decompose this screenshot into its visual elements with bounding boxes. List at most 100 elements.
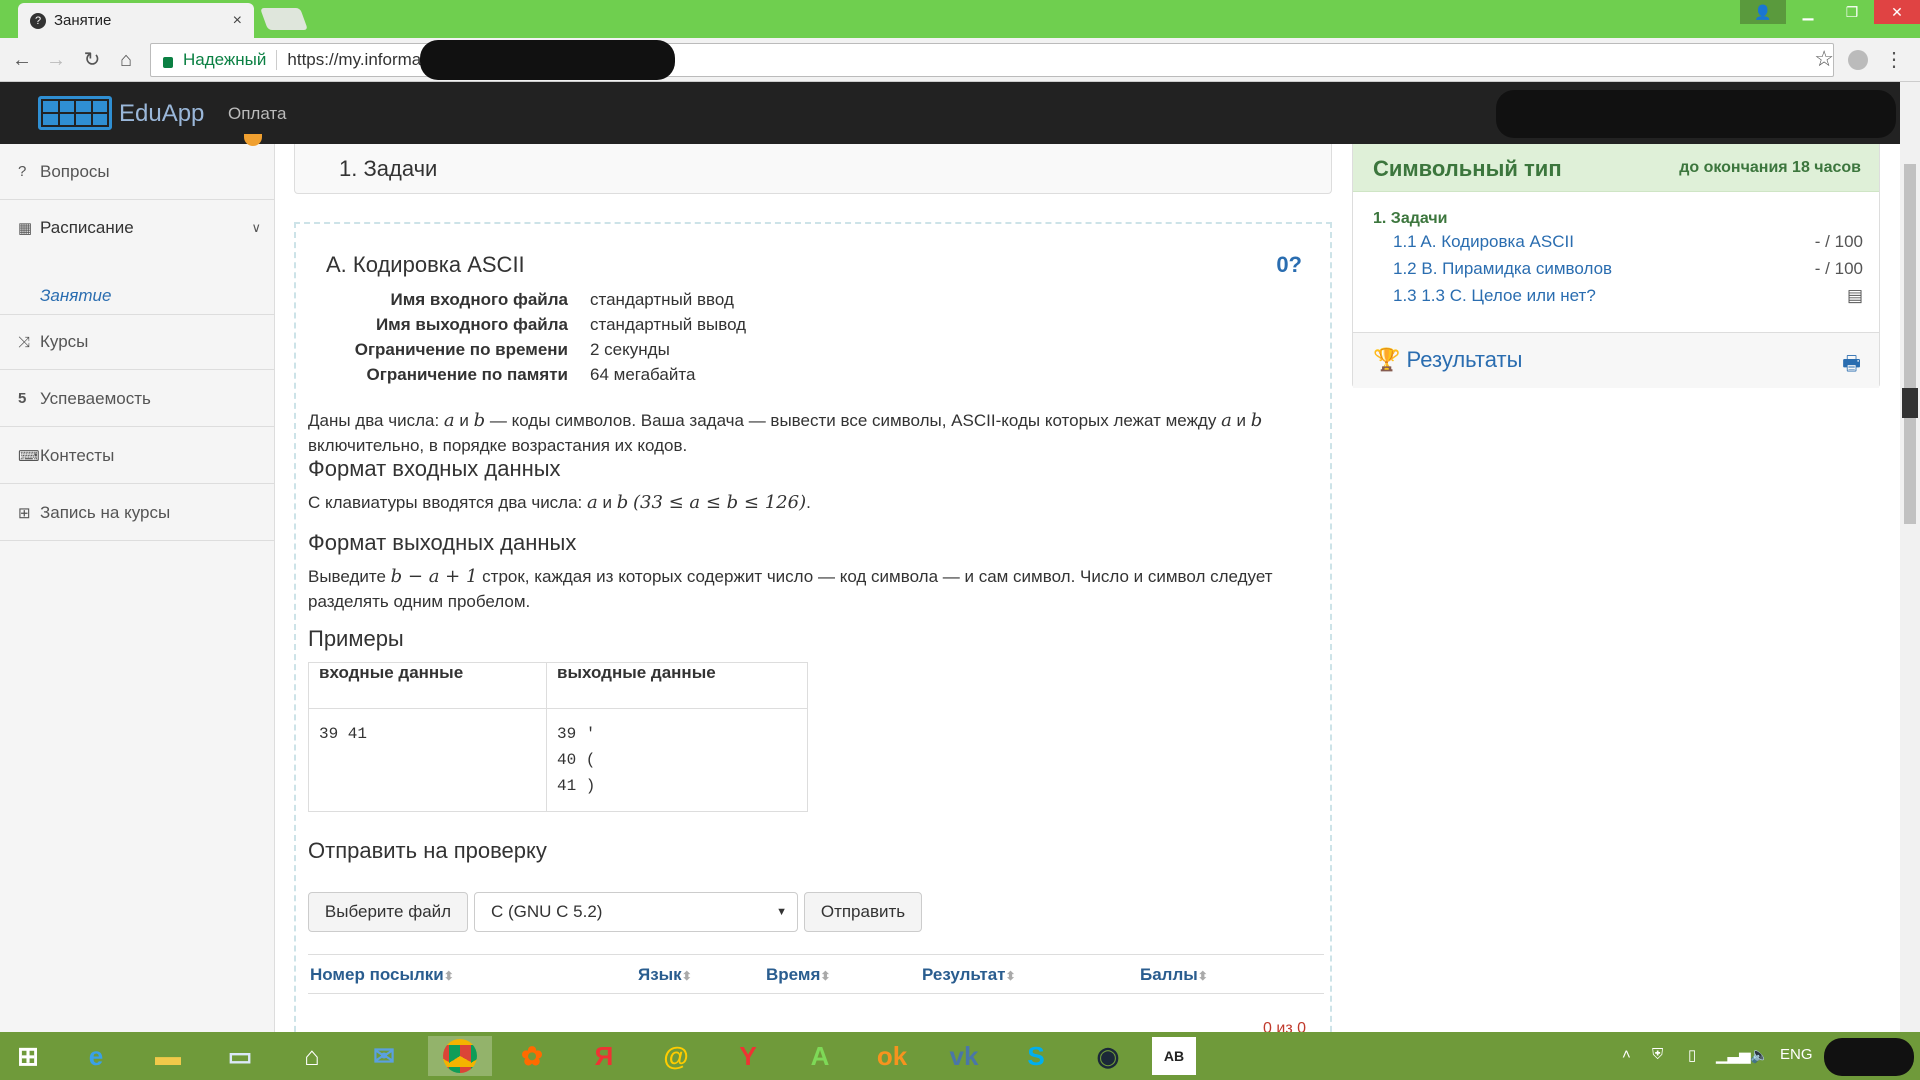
statement-and: и bbox=[454, 411, 474, 430]
chrome-icon[interactable] bbox=[428, 1036, 492, 1076]
scrollbar-thumb[interactable] bbox=[1904, 164, 1916, 524]
network-tray-icon[interactable]: ▁▃▅ bbox=[1716, 1046, 1751, 1064]
math-a: a bbox=[443, 410, 455, 431]
site-favicon-icon: ? bbox=[30, 12, 46, 29]
close-window-icon[interactable]: ✕ bbox=[1874, 0, 1920, 24]
limits-table: Имя входного файла стандартный ввод Имя в… bbox=[336, 290, 746, 390]
mail-ru-icon[interactable]: @ bbox=[648, 1036, 704, 1076]
media-player-icon[interactable]: ✿ bbox=[504, 1036, 560, 1076]
reload-icon[interactable]: ↻ bbox=[80, 48, 104, 72]
yandex-icon[interactable]: Я bbox=[576, 1036, 632, 1076]
language-select-value: C (GNU C 5.2) bbox=[491, 902, 603, 921]
output-text: разделять одним пробелом. bbox=[308, 592, 531, 611]
home-app-icon[interactable]: ⌂ bbox=[284, 1036, 340, 1076]
sidebar-item-label: Расписание bbox=[40, 218, 134, 237]
computer-icon[interactable]: ▭ bbox=[212, 1036, 268, 1076]
app-logo-icon[interactable] bbox=[38, 96, 112, 130]
limit-value: 2 секунды bbox=[590, 340, 670, 359]
browser-tab[interactable]: ? Занятие × bbox=[18, 3, 254, 38]
limit-row: Ограничение по времени 2 секунды bbox=[336, 340, 746, 365]
sort-icon: ⬍ bbox=[681, 969, 692, 983]
sidebar-item-questions[interactable]: ? Вопросы bbox=[0, 144, 275, 200]
examples-input-header: входные данные bbox=[308, 662, 547, 709]
mail-app-icon[interactable]: ✉ bbox=[356, 1036, 412, 1076]
sort-icon: ⬍ bbox=[443, 969, 454, 983]
statement-and: и bbox=[1231, 411, 1251, 430]
section-title: 1. Задачи bbox=[339, 156, 438, 181]
page-scrollbar[interactable] bbox=[1900, 82, 1920, 1032]
address-bar[interactable]: Надежный https://my.informatics bbox=[150, 43, 1834, 77]
sidebar-item-courses[interactable]: ⤨ Курсы bbox=[0, 314, 275, 370]
problem-link-3[interactable]: 1.3 1.3 C. Целое или нет? ▤ bbox=[1373, 286, 1863, 313]
app-brand[interactable]: EduApp bbox=[119, 100, 204, 128]
problem-statement: Даны два числа: a и b — коды символов. В… bbox=[308, 408, 1318, 458]
calendar-icon: ▦ bbox=[18, 220, 33, 237]
start-button-icon[interactable]: ⊞ bbox=[0, 1036, 56, 1076]
results-label: Результаты bbox=[1406, 347, 1523, 372]
back-icon[interactable]: ← bbox=[10, 48, 34, 72]
problem-score: - / 100 bbox=[1814, 259, 1863, 278]
col-submission-id[interactable]: Номер посылки⬍ bbox=[310, 965, 454, 985]
math-b: b bbox=[616, 492, 629, 513]
col-time[interactable]: Время⬍ bbox=[766, 965, 830, 985]
sidebar-item-schedule[interactable]: ▦ Расписание ∨ bbox=[0, 200, 275, 256]
yandex-browser-icon[interactable]: Y bbox=[720, 1036, 776, 1076]
user-redaction-mark bbox=[1496, 90, 1896, 138]
nav-link-payment[interactable]: Оплата bbox=[228, 104, 286, 124]
sidebar-item-progress[interactable]: 5 Успеваемость bbox=[0, 371, 275, 427]
results-link[interactable]: 🏆 Результаты bbox=[1373, 347, 1522, 373]
green-a-icon[interactable]: A bbox=[792, 1036, 848, 1076]
sort-icon: ⬍ bbox=[820, 969, 831, 983]
send-button[interactable]: Отправить bbox=[804, 892, 922, 932]
vk-icon[interactable]: vk bbox=[936, 1036, 992, 1076]
output-text: Выведите bbox=[308, 567, 391, 586]
browser-tabbar: ? Занятие × 👤 ▁ ❐ ✕ bbox=[0, 0, 1920, 38]
problem-list-section[interactable]: 1. Задачи bbox=[1373, 210, 1863, 232]
question-icon: ? bbox=[18, 163, 27, 180]
limit-key: Имя входного файла bbox=[390, 290, 568, 309]
profile-icon[interactable]: 👤 bbox=[1740, 0, 1786, 24]
problem-link-1[interactable]: 1.1 A. Кодировка ASCII - / 100 bbox=[1373, 232, 1863, 259]
home-icon[interactable]: ⌂ bbox=[114, 48, 138, 72]
input-language[interactable]: ENG bbox=[1780, 1046, 1813, 1063]
problem-link-2[interactable]: 1.2 B. Пирамидка символов - / 100 bbox=[1373, 259, 1863, 286]
forward-icon[interactable]: → bbox=[44, 48, 68, 72]
sidebar-subitem-lesson[interactable]: Занятие bbox=[40, 286, 111, 306]
examples-heading: Примеры bbox=[308, 626, 404, 651]
extension-icon[interactable] bbox=[1848, 50, 1868, 70]
col-language[interactable]: Язык⬍ bbox=[638, 965, 692, 985]
security-tray-icon[interactable]: ⛨ bbox=[1652, 1046, 1663, 1063]
new-tab-button[interactable] bbox=[259, 8, 309, 30]
tab-close-icon[interactable]: × bbox=[233, 12, 242, 30]
steam-icon[interactable]: ◉ bbox=[1080, 1036, 1136, 1076]
choose-file-button[interactable]: Выберите файл bbox=[308, 892, 468, 932]
internet-explorer-icon[interactable]: e bbox=[68, 1036, 124, 1076]
sidebar-item-enroll[interactable]: ⊞ Запись на курсы bbox=[0, 485, 275, 541]
col-result[interactable]: Результат⬍ bbox=[922, 965, 1016, 985]
language-select[interactable]: C (GNU C 5.2) ▼ bbox=[474, 892, 798, 932]
limit-value: стандартный вывод bbox=[590, 315, 747, 334]
bookmark-star-icon[interactable]: ☆ bbox=[1814, 46, 1834, 72]
omnibox-divider bbox=[276, 50, 278, 70]
input-text: С клавиатуры вводятся два числа: bbox=[308, 493, 588, 512]
tray-arrow-icon[interactable]: ˄ bbox=[1622, 1046, 1631, 1063]
sidebar-item-contests[interactable]: ⌨ Контесты bbox=[0, 428, 275, 484]
minimize-icon[interactable]: ▁ bbox=[1786, 0, 1830, 24]
file-explorer-icon[interactable]: ▬ bbox=[140, 1036, 196, 1076]
plus-square-icon: ⊞ bbox=[18, 504, 31, 522]
volume-tray-icon[interactable]: 🔈 bbox=[1750, 1046, 1769, 1064]
browser-toolbar: ← → ↻ ⌂ Надежный https://my.informatics … bbox=[0, 38, 1920, 82]
restore-icon[interactable]: ❐ bbox=[1830, 0, 1874, 24]
odnoklassniki-icon[interactable]: ok bbox=[864, 1036, 920, 1076]
statement-text: включительно, в порядке возрастания их к… bbox=[308, 436, 688, 455]
print-icon[interactable]: 🖶 bbox=[1842, 349, 1861, 383]
abcnet-icon[interactable]: AB bbox=[1152, 1037, 1196, 1075]
scroll-marker bbox=[1902, 388, 1918, 418]
battery-tray-icon[interactable]: ▯ bbox=[1688, 1046, 1696, 1064]
col-score[interactable]: Баллы⬍ bbox=[1140, 965, 1208, 985]
problem-score[interactable]: 0? bbox=[1276, 252, 1302, 278]
contest-panel: Символьный тип до окончания 18 часов 1. … bbox=[1352, 144, 1880, 388]
browser-menu-icon[interactable]: ⋮ bbox=[1884, 47, 1904, 72]
chevron-down-icon[interactable]: ∨ bbox=[251, 220, 261, 236]
skype-icon[interactable]: S bbox=[1008, 1036, 1064, 1076]
